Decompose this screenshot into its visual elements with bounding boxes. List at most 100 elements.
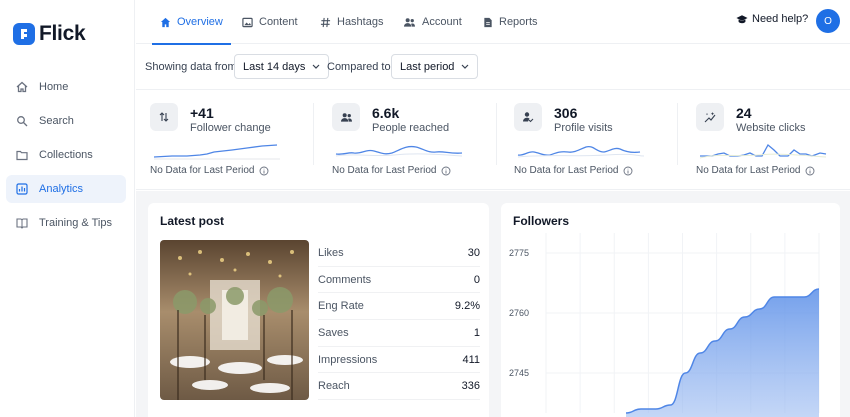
sidebar-item-training[interactable]: Training & Tips <box>6 209 126 237</box>
divider <box>677 103 678 165</box>
app-name: Flick <box>39 22 86 45</box>
info-icon[interactable] <box>441 166 451 176</box>
stat-label: Follower change <box>190 122 271 134</box>
post-thumbnail[interactable] <box>160 240 309 400</box>
graduation-cap-icon <box>736 14 748 25</box>
users-icon <box>403 17 416 28</box>
filter-bar: Showing data from Last 14 days Compared … <box>136 44 850 90</box>
sidebar-item-home[interactable]: Home <box>6 73 126 101</box>
metric-label: Reach <box>318 380 350 393</box>
search-icon <box>15 114 29 128</box>
tab-label: Reports <box>499 16 538 28</box>
metric-row: Likes 30 <box>318 240 480 267</box>
tab-overview[interactable]: Overview <box>152 0 231 45</box>
sidebar-item-label: Search <box>39 115 74 127</box>
showing-label: Showing data from <box>145 61 237 73</box>
metric-value: 1 <box>473 326 480 339</box>
metric-label: Eng Rate <box>318 300 364 313</box>
info-icon[interactable] <box>805 166 815 176</box>
stat-value: 306 <box>554 105 578 121</box>
metric-row: Reach 336 <box>318 373 480 401</box>
stat-value: 24 <box>736 105 752 121</box>
app-logo[interactable]: Flick <box>13 22 86 46</box>
compared-label: Compared to <box>327 61 391 73</box>
metric-label: Impressions <box>318 353 378 366</box>
info-icon[interactable] <box>623 166 633 176</box>
compare-value: Last period <box>400 60 455 73</box>
hashtag-icon <box>320 17 331 28</box>
compare-select[interactable]: Last period <box>391 54 479 79</box>
tab-content[interactable]: Content <box>242 0 298 44</box>
divider <box>496 103 497 165</box>
people-icon <box>332 103 360 131</box>
sparkline <box>699 143 827 159</box>
sidebar-item-label: Analytics <box>39 183 84 195</box>
no-data-note: No Data for Last Period <box>150 165 269 176</box>
help-label: Need help? <box>752 13 809 25</box>
no-data-note: No Data for Last Period <box>514 165 633 176</box>
chevron-down-icon <box>312 64 320 69</box>
flick-logo-icon <box>13 23 35 45</box>
tab-label: Account <box>422 16 462 28</box>
stat-profile-visits: 306 Profile visits No Data for Last Peri… <box>500 91 670 190</box>
tab-label: Content <box>259 16 298 28</box>
post-metrics: Likes 30 Comments 0 Eng Rate 9.2% Saves 1 Im… <box>318 240 480 401</box>
stat-follower-change: +41 Follower change No Data for Last Per… <box>136 91 306 190</box>
book-icon <box>15 216 29 230</box>
user-check-icon <box>514 103 542 131</box>
sidebar: Flick Home Search Collections Analytics … <box>0 0 135 417</box>
divider <box>313 103 314 165</box>
followers-area <box>626 289 819 417</box>
home-icon <box>160 17 171 28</box>
stat-value: 6.6k <box>372 105 400 121</box>
metric-row: Eng Rate 9.2% <box>318 293 480 321</box>
folder-icon <box>15 148 29 162</box>
sidebar-item-analytics[interactable]: Analytics <box>6 175 126 203</box>
sidebar-item-label: Collections <box>39 149 93 161</box>
stat-label: People reached <box>372 122 450 134</box>
tab-reports[interactable]: Reports <box>483 0 538 44</box>
home-icon <box>15 80 29 94</box>
sparkline <box>335 145 463 157</box>
metric-row: Impressions 411 <box>318 347 480 374</box>
chevron-down-icon <box>461 64 469 69</box>
sparkline <box>517 145 645 158</box>
metric-label: Saves <box>318 326 349 339</box>
followers-chart <box>545 233 820 417</box>
metric-value: 0 <box>473 273 480 286</box>
no-data-note: No Data for Last Period <box>696 165 815 176</box>
analytics-icon <box>15 182 29 196</box>
card-title: Latest post <box>160 214 225 228</box>
metric-value: 30 <box>467 246 480 259</box>
tab-label: Hashtags <box>337 16 384 28</box>
stat-value: +41 <box>190 105 214 121</box>
metric-value: 9.2% <box>454 300 480 313</box>
sidebar-item-label: Training & Tips <box>39 217 112 229</box>
sidebar-nav: Home Search Collections Analytics Traini… <box>6 73 126 243</box>
date-range-value: Last 14 days <box>243 60 306 73</box>
date-range-select[interactable]: Last 14 days <box>234 54 330 79</box>
followers-card: Followers 2775 2760 2745 <box>501 203 840 417</box>
info-icon[interactable] <box>259 166 269 176</box>
arrows-updown-icon <box>150 103 178 131</box>
stat-people-reached: 6.6k People reached No Data for Last Per… <box>318 91 488 190</box>
avatar[interactable]: O <box>816 9 840 33</box>
tab-hashtags[interactable]: Hashtags <box>320 0 383 44</box>
sidebar-item-label: Home <box>39 81 69 93</box>
content-area: Latest post Likes 30 Comments 0 Eng Rate… <box>136 191 850 417</box>
stat-label: Website clicks <box>736 122 806 134</box>
metric-label: Comments <box>318 273 372 286</box>
sparkle-icon <box>696 103 724 131</box>
metric-value: 336 <box>461 380 480 393</box>
metric-label: Likes <box>318 246 344 259</box>
help-link[interactable]: Need help? <box>736 13 808 25</box>
sparkline <box>153 144 280 160</box>
metric-row: Comments 0 <box>318 267 480 294</box>
sidebar-item-search[interactable]: Search <box>6 107 126 135</box>
metric-row: Saves 1 <box>318 320 480 347</box>
tab-account[interactable]: Account <box>403 0 462 44</box>
metric-value: 411 <box>462 353 480 366</box>
sidebar-item-collections[interactable]: Collections <box>6 141 126 169</box>
latest-post-card: Latest post Likes 30 Comments 0 Eng Rate… <box>148 203 489 417</box>
stat-label: Profile visits <box>554 122 613 134</box>
